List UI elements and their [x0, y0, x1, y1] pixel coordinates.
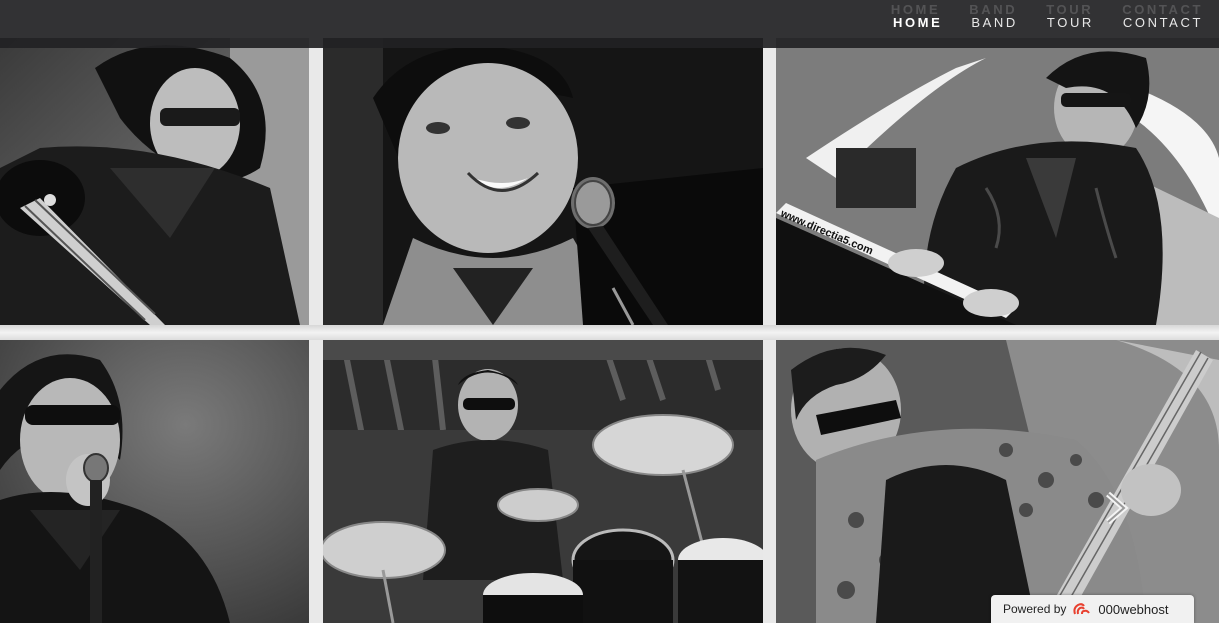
powered-by-label: Powered by	[1003, 602, 1067, 616]
gallery-photo-drummer[interactable]	[323, 340, 763, 623]
webhost-logo-icon	[1073, 603, 1091, 615]
gallery-photo-singer-mic[interactable]	[0, 340, 309, 623]
gallery-photo-singer-smiling[interactable]	[323, 38, 763, 325]
powered-by-brand: 000webhost	[1098, 601, 1169, 617]
chevron-right-icon[interactable]	[1100, 490, 1132, 526]
nav-tour-link[interactable]: TOUR	[1047, 15, 1094, 30]
gallery-photo-bassist[interactable]	[0, 38, 309, 325]
powered-by-badge[interactable]: Powered by 000webhost	[991, 595, 1194, 623]
photo-gallery: www.directia5.com	[0, 0, 1219, 623]
gallery-divider	[0, 325, 1219, 340]
nav-links: HOME BAND TOUR CONTACT	[864, 0, 1203, 46]
gallery-photo-keyboardist[interactable]: www.directia5.com	[776, 38, 1219, 325]
gallery-photo-guitarist[interactable]	[776, 340, 1219, 623]
nav-band-link[interactable]: BAND	[971, 15, 1018, 30]
top-navbar: HOME BAND TOUR CONTACT HOME BAND TOUR CO…	[0, 0, 1219, 48]
nav-contact-link[interactable]: CONTACT	[1123, 15, 1203, 30]
nav-home-link[interactable]: HOME	[893, 15, 942, 30]
